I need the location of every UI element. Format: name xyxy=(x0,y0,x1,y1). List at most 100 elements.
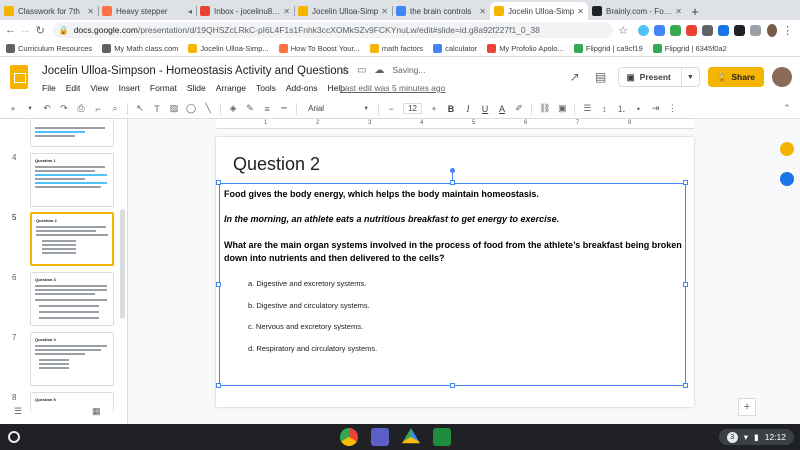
shape-icon[interactable]: ◯ xyxy=(186,103,196,114)
decrease-size-button[interactable]: − xyxy=(386,104,396,114)
bookmark[interactable]: How To Boost Your... xyxy=(278,43,360,53)
slide-thumbnail-selected[interactable]: Question 2 xyxy=(30,212,114,266)
add-speaker-notes-icon[interactable]: + xyxy=(738,398,756,416)
close-icon[interactable]: ✕ xyxy=(381,7,388,16)
new-slide-icon[interactable]: + xyxy=(8,104,18,114)
close-icon[interactable]: ✕ xyxy=(479,7,486,16)
comment-icon[interactable]: ▣ xyxy=(557,103,567,114)
url-field[interactable]: 🔒 docs.google.com /presentation/d/19QHSZ… xyxy=(52,22,613,38)
menu-format[interactable]: Format xyxy=(150,83,177,93)
close-icon[interactable]: ✕ xyxy=(283,7,290,16)
present-button[interactable]: ▣ Present ▼ xyxy=(617,67,700,87)
bookmark[interactable]: Curriculum Resources xyxy=(6,43,92,53)
resize-handle[interactable] xyxy=(216,180,221,185)
extension-icon[interactable] xyxy=(685,24,697,36)
underline-button[interactable]: U xyxy=(480,104,490,114)
document-title[interactable]: Jocelin Ulloa-Simpson - Homeostasis Acti… xyxy=(42,65,349,77)
link-icon[interactable]: ⛓ xyxy=(539,103,550,114)
bookmark[interactable]: math factors xyxy=(369,43,423,53)
bookmark[interactable]: Flipgrid | 6345f0a2 xyxy=(652,43,727,53)
grid-view-icon[interactable]: ▦ xyxy=(92,406,101,417)
font-size-field[interactable]: 12 xyxy=(403,103,422,114)
extension-icon[interactable] xyxy=(749,24,761,36)
menu-slide[interactable]: Slide xyxy=(187,83,206,93)
chrome-icon[interactable] xyxy=(340,428,358,446)
speaker-icon[interactable]: ◂ xyxy=(188,7,192,16)
slide-thumbnail[interactable]: Question 4 xyxy=(30,332,114,386)
extension-icon[interactable] xyxy=(717,24,729,36)
browser-tab[interactable]: Inbox - jocelinu811 ✕ xyxy=(196,2,294,20)
select-icon[interactable]: ↖ xyxy=(135,103,145,114)
slide-thumbnail[interactable]: Question 1 xyxy=(30,153,114,207)
chevron-down-icon[interactable]: ▼ xyxy=(682,74,699,81)
bookmark[interactable]: Flipgrid | ca9cf19 xyxy=(573,43,643,53)
launcher-icon[interactable] xyxy=(8,431,20,443)
resize-handle[interactable] xyxy=(216,282,221,287)
resize-handle[interactable] xyxy=(450,383,455,388)
close-icon[interactable]: ✕ xyxy=(577,7,584,16)
extension-icon[interactable] xyxy=(701,24,713,36)
star-icon[interactable]: ☆ xyxy=(340,65,349,76)
border-weight-icon[interactable]: ≡ xyxy=(262,104,272,114)
resize-handle[interactable] xyxy=(683,282,688,287)
new-tab-button[interactable]: + xyxy=(686,2,704,20)
browser-tab-active[interactable]: Jocelin Ulloa-Simp ✕ xyxy=(490,2,588,20)
activity-trend-icon[interactable]: ↗ xyxy=(566,70,584,84)
menu-insert[interactable]: Insert xyxy=(119,83,140,93)
chevron-down-icon[interactable]: ▼ xyxy=(361,106,371,112)
slide-thumbnail[interactable] xyxy=(30,119,114,147)
slide-title[interactable]: Question 2 xyxy=(233,154,320,175)
menu-addons[interactable]: Add-ons xyxy=(286,83,318,93)
slides-logo-icon[interactable] xyxy=(10,65,28,89)
reload-icon[interactable]: ↻ xyxy=(34,22,47,38)
share-button[interactable]: 🔒 Share xyxy=(707,67,764,87)
keep-icon[interactable] xyxy=(780,142,794,156)
bookmark[interactable]: Jocelin Ulloa-Simp... xyxy=(188,43,269,53)
forward-icon[interactable]: → xyxy=(19,22,32,38)
browser-tab[interactable]: the brain controls ✕ xyxy=(392,2,490,20)
font-select[interactable]: Arial xyxy=(304,104,354,113)
star-icon[interactable]: ☆ xyxy=(617,22,630,38)
bookmark[interactable]: My Profolio Apolo... xyxy=(487,43,564,53)
menu-arrange[interactable]: Arrange xyxy=(216,83,246,93)
redo-icon[interactable]: ↷ xyxy=(59,103,69,114)
resize-handle[interactable] xyxy=(683,383,688,388)
more-vert-icon[interactable]: ⋮ xyxy=(781,22,794,38)
bookmark[interactable]: calculator xyxy=(433,43,477,53)
resize-handle[interactable] xyxy=(450,180,455,185)
resize-handle[interactable] xyxy=(683,180,688,185)
close-icon[interactable]: ✕ xyxy=(675,7,682,16)
collapse-toolbar-icon[interactable]: ⌃ xyxy=(782,103,792,114)
align-icon[interactable]: ☰ xyxy=(582,103,592,114)
tasks-icon[interactable] xyxy=(780,172,794,186)
bold-button[interactable]: B xyxy=(446,104,456,114)
drive-icon[interactable] xyxy=(402,428,420,444)
browser-tab[interactable]: Heavy stepper ◂ xyxy=(98,2,196,20)
status-tray[interactable]: 3 ▾ ▮ 12:12 xyxy=(718,429,794,445)
last-edit-link[interactable]: Last edit was 5 minutes ago xyxy=(340,83,445,93)
list-view-icon[interactable]: ☰ xyxy=(14,406,22,417)
border-color-icon[interactable]: ✎ xyxy=(245,103,255,114)
undo-icon[interactable]: ↶ xyxy=(42,103,52,114)
menu-edit[interactable]: Edit xyxy=(66,83,81,93)
browser-tab[interactable]: Jocelin Ulloa-Simp ✕ xyxy=(294,2,392,20)
classroom-icon[interactable] xyxy=(433,428,451,446)
browser-tab[interactable]: Brainly.com - For s ✕ xyxy=(588,2,686,20)
menu-file[interactable]: File xyxy=(42,83,56,93)
menu-tools[interactable]: Tools xyxy=(256,83,276,93)
extension-icon[interactable] xyxy=(669,24,681,36)
profile-avatar[interactable] xyxy=(766,23,778,37)
rotate-handle[interactable] xyxy=(450,168,455,173)
numbered-list-icon[interactable]: ⒈ xyxy=(616,102,626,115)
zoom-icon[interactable]: ⌕ xyxy=(110,103,120,114)
slide-thumbnail[interactable]: Question 3 xyxy=(30,272,114,326)
move-folder-icon[interactable]: ▭ xyxy=(357,65,366,76)
slide-thumbnail[interactable]: Question 5 xyxy=(30,392,114,412)
paint-format-icon[interactable]: ⌐ xyxy=(93,104,103,114)
chevron-down-icon[interactable]: ▼ xyxy=(25,106,35,112)
extension-icon[interactable] xyxy=(653,24,665,36)
comments-icon[interactable]: ▤ xyxy=(592,70,610,84)
back-icon[interactable]: ← xyxy=(4,22,17,38)
browser-tab[interactable]: Classwork for 7th ✕ xyxy=(0,2,98,20)
filmstrip-scrollbar[interactable] xyxy=(120,209,125,319)
